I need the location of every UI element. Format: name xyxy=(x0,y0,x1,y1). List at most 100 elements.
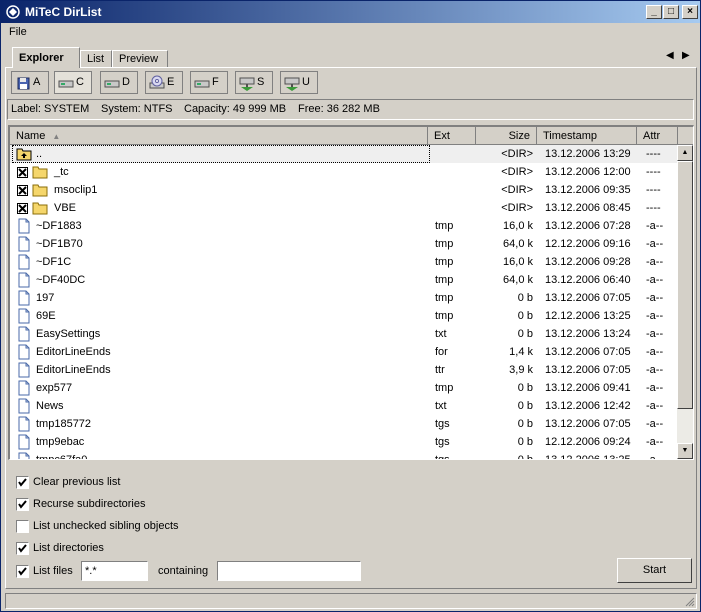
row-name: ~DF1C xyxy=(36,256,72,268)
row-checkbox[interactable] xyxy=(17,185,28,196)
list-files-checkbox[interactable] xyxy=(16,565,29,578)
row-checkbox[interactable] xyxy=(17,203,28,214)
vertical-scrollbar[interactable]: ▲ ▼ xyxy=(677,145,693,459)
file-row[interactable]: EasySettings txt 0 b 13.12.2006 13:24 -a-- xyxy=(10,325,678,343)
app-window: MiTeC DirList _ □ × File Explorer List P… xyxy=(0,0,701,612)
file-list[interactable]: Name ▲ Ext Size Timestamp Attr .. <DIR> 13… xyxy=(8,125,694,460)
row-timestamp: 13.12.2006 06:40 xyxy=(545,274,631,286)
column-header-size[interactable]: Size xyxy=(476,127,537,145)
menu-bar: File xyxy=(1,23,700,42)
row-ext: txt xyxy=(435,400,447,412)
drive-label-text: Label: SYSTEM xyxy=(11,103,90,115)
scroll-down-icon[interactable]: ▼ xyxy=(677,443,693,459)
recurse-checkbox[interactable] xyxy=(16,498,29,511)
row-ext: tmp xyxy=(435,292,454,304)
file-icon xyxy=(18,308,30,324)
row-attr: ---- xyxy=(646,148,661,160)
maximize-button[interactable]: □ xyxy=(663,5,679,19)
row-attr: ---- xyxy=(646,184,661,196)
file-row[interactable]: tmpc67fa0 tgs 0 b 13.12.2006 13:25 -a-- xyxy=(10,451,678,460)
row-timestamp: 12.12.2006 09:24 xyxy=(545,436,631,448)
row-ext: tgs xyxy=(435,436,450,448)
row-name: exp577 xyxy=(36,382,73,394)
row-size: 0 b xyxy=(517,436,533,448)
drive-button-e[interactable]: E xyxy=(145,71,183,94)
file-icon xyxy=(18,254,30,270)
drive-button-c[interactable]: C xyxy=(54,71,92,94)
status-bar xyxy=(5,593,697,609)
file-row[interactable]: 197 tmp 0 b 13.12.2006 07:05 -a-- xyxy=(10,289,678,307)
scroll-up-icon[interactable]: ▲ xyxy=(677,145,693,161)
tab-explorer[interactable]: Explorer xyxy=(12,47,80,68)
row-checkbox[interactable] xyxy=(17,167,28,178)
row-attr: -a-- xyxy=(646,382,664,394)
file-row[interactable]: EditorLineEnds ttr 3,9 k 13.12.2006 07:05 -a… xyxy=(10,361,678,379)
start-button[interactable]: Start xyxy=(617,558,692,583)
menu-file[interactable]: File xyxy=(9,26,27,38)
tab-list[interactable]: List xyxy=(80,50,112,67)
file-row[interactable]: tmp185772 tgs 0 b 13.12.2006 07:05 -a-- xyxy=(10,415,678,433)
row-name: VBE xyxy=(54,202,77,214)
file-row[interactable]: ~DF1C tmp 16,0 k 13.12.2006 09:28 -a-- xyxy=(10,253,678,271)
row-ext: tmp xyxy=(435,310,454,322)
row-timestamp: 13.12.2006 13:29 xyxy=(545,148,631,160)
row-name: ~DF1883 xyxy=(36,220,82,232)
close-button[interactable]: × xyxy=(682,5,698,19)
drive-button-d[interactable]: D xyxy=(100,71,138,94)
tab-preview[interactable]: Preview xyxy=(112,50,168,67)
folder-row[interactable]: msoclip1 <DIR> 13.12.2006 09:35 ---- xyxy=(10,181,678,199)
folder-icon xyxy=(32,184,48,197)
row-attr: ---- xyxy=(646,166,661,178)
containing-input[interactable] xyxy=(217,561,361,581)
file-row[interactable]: EditorLineEnds for 1,4 k 13.12.2006 07:05 -a… xyxy=(10,343,678,361)
folder-row[interactable]: VBE <DIR> 13.12.2006 08:45 ---- xyxy=(10,199,678,217)
list-unchecked-checkbox[interactable] xyxy=(16,520,29,533)
drive-label: D xyxy=(122,76,130,88)
column-header-timestamp[interactable]: Timestamp xyxy=(537,127,637,145)
list-directories-checkbox[interactable] xyxy=(16,542,29,555)
checked-x-icon xyxy=(18,204,27,213)
row-ext: txt xyxy=(435,328,447,340)
file-icon xyxy=(18,362,30,378)
row-attr: -a-- xyxy=(646,418,664,430)
drive-button-s[interactable]: S xyxy=(235,71,273,94)
file-row[interactable]: ~DF1B70 tmp 64,0 k 12.12.2006 09:16 -a-- xyxy=(10,235,678,253)
checked-x-icon xyxy=(18,186,27,195)
cd-drive-icon xyxy=(149,75,165,89)
file-mask-input[interactable]: *.* xyxy=(81,561,148,581)
window-title: MiTeC DirList xyxy=(25,5,102,19)
scrollbar-thumb[interactable] xyxy=(677,161,693,409)
row-size: 16,0 k xyxy=(503,256,533,268)
file-row[interactable]: tmp9ebac tgs 0 b 12.12.2006 09:24 -a-- xyxy=(10,433,678,451)
network-drive-icon xyxy=(284,77,300,91)
column-header-ext[interactable]: Ext xyxy=(428,127,476,145)
row-attr: -a-- xyxy=(646,310,664,322)
minimize-button[interactable]: _ xyxy=(646,5,662,19)
column-header-attr[interactable]: Attr xyxy=(637,127,678,145)
row-name: 197 xyxy=(36,292,55,304)
column-header-name[interactable]: Name ▲ xyxy=(10,127,428,145)
clear-previous-checkbox[interactable] xyxy=(16,476,29,489)
drive-button-a[interactable]: A xyxy=(11,71,49,94)
drive-button-f[interactable]: F xyxy=(190,71,228,94)
row-size: 0 b xyxy=(517,418,533,430)
tab-scroll-right-icon[interactable]: ▶ xyxy=(682,50,690,61)
parent-folder-row[interactable]: .. <DIR> 13.12.2006 13:29 ---- xyxy=(10,145,678,163)
tab-scroll-left-icon[interactable]: ◀ xyxy=(666,50,674,61)
file-row[interactable]: ~DF40DC tmp 64,0 k 13.12.2006 06:40 -a-- xyxy=(10,271,678,289)
title-bar[interactable]: MiTeC DirList _ □ × xyxy=(1,1,700,23)
row-name: EditorLineEnds xyxy=(36,346,111,358)
row-size: 0 b xyxy=(517,310,533,322)
resize-grip-icon[interactable] xyxy=(683,595,695,607)
file-row[interactable]: News txt 0 b 13.12.2006 12:42 -a-- xyxy=(10,397,678,415)
row-timestamp: 13.12.2006 07:05 xyxy=(545,292,631,304)
file-row[interactable]: exp577 tmp 0 b 13.12.2006 09:41 -a-- xyxy=(10,379,678,397)
file-row[interactable]: 69E tmp 0 b 12.12.2006 13:25 -a-- xyxy=(10,307,678,325)
row-ext: tmp xyxy=(435,382,454,394)
row-ext: tmp xyxy=(435,238,454,250)
drive-button-u[interactable]: U xyxy=(280,71,318,94)
row-attr: -a-- xyxy=(646,328,664,340)
row-name: tmpc67fa0 xyxy=(36,454,88,460)
file-row[interactable]: ~DF1883 tmp 16,0 k 13.12.2006 07:28 -a-- xyxy=(10,217,678,235)
folder-row[interactable]: _tc <DIR> 13.12.2006 12:00 ---- xyxy=(10,163,678,181)
